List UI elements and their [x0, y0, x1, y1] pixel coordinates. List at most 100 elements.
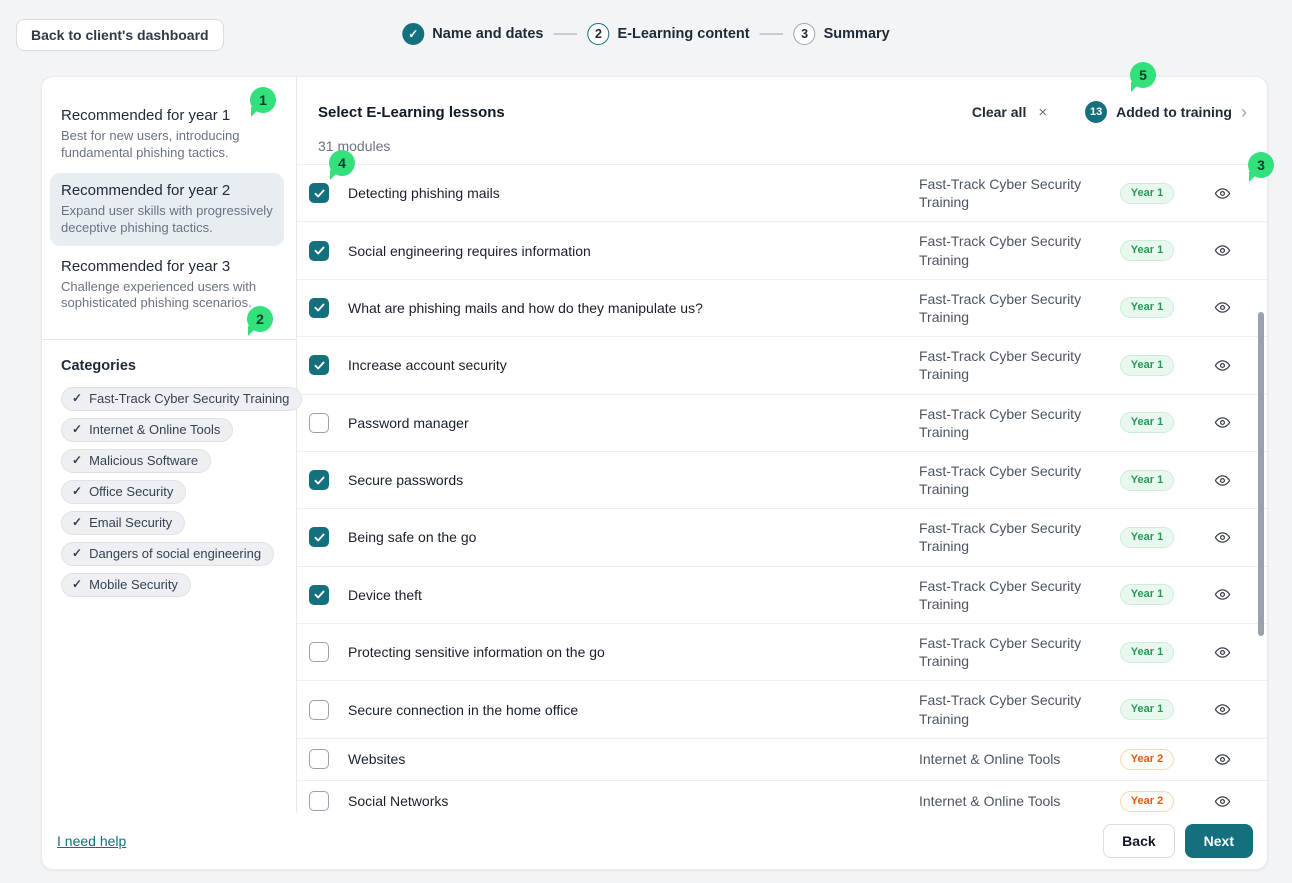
stepper-step-2[interactable]: 2 E-Learning content — [588, 23, 750, 45]
preview-lesson-button[interactable] — [1212, 470, 1233, 491]
check-icon: ✓ — [72, 422, 82, 436]
lesson-row: Detecting phishing mails Fast-Track Cybe… — [297, 165, 1267, 222]
eye-icon — [1214, 357, 1231, 374]
lesson-checkbox[interactable] — [309, 749, 329, 769]
lesson-row: Secure connection in the home office Fas… — [297, 681, 1267, 738]
check-icon — [313, 474, 326, 487]
check-icon: ✓ — [72, 391, 82, 405]
preview-lesson-button[interactable] — [1212, 699, 1233, 720]
recommendation-title: Recommended for year 2 — [61, 182, 273, 199]
step-state-icon: ✓ — [402, 23, 424, 45]
lesson-row: What are phishing mails and how do they … — [297, 280, 1267, 337]
eye-icon — [1214, 751, 1231, 768]
lesson-category: Fast-Track Cyber Security Training — [897, 347, 1107, 383]
preview-lesson-button[interactable] — [1212, 527, 1233, 548]
close-icon: × — [1038, 104, 1047, 121]
lesson-title: Detecting phishing mails — [348, 185, 897, 201]
preview-lesson-button[interactable] — [1212, 183, 1233, 204]
category-filter-chip[interactable]: ✓ Email Security — [61, 511, 185, 535]
eye-icon — [1214, 793, 1231, 810]
lesson-row: Websites Internet & Online Tools Year 2 — [297, 739, 1267, 781]
recommendation-item-year-2[interactable]: Recommended for year 2 Expand user skill… — [50, 173, 284, 245]
lesson-title: Secure connection in the home office — [348, 702, 897, 718]
recommendation-description: Best for new users, introducing fundamen… — [61, 128, 273, 161]
category-filter-chip[interactable]: ✓ Office Security — [61, 480, 186, 504]
clear-all-label: Clear all — [972, 104, 1026, 120]
preview-lesson-button[interactable] — [1212, 412, 1233, 433]
category-filter-chip[interactable]: ✓ Dangers of social engineering — [61, 542, 274, 566]
category-chip-label: Office Security — [89, 484, 173, 499]
lesson-checkbox[interactable] — [309, 413, 329, 433]
panel-title: Select E-Learning lessons — [318, 104, 505, 121]
clear-all-button[interactable]: Clear all × — [972, 104, 1047, 121]
next-button[interactable]: Next — [1185, 824, 1253, 858]
lesson-checkbox[interactable] — [309, 470, 329, 490]
year-badge: Year 2 — [1120, 791, 1174, 812]
lesson-category: Fast-Track Cyber Security Training — [897, 405, 1107, 441]
lesson-row: Social Networks Internet & Online Tools … — [297, 781, 1267, 813]
lesson-checkbox[interactable] — [309, 642, 329, 662]
annotation-marker-4: 4 — [329, 150, 355, 176]
stepper-step-3[interactable]: 3 Summary — [794, 23, 890, 45]
chevron-right-icon: › — [1241, 103, 1247, 121]
preview-lesson-button[interactable] — [1212, 355, 1233, 376]
lesson-checkbox[interactable] — [309, 241, 329, 261]
lesson-category: Internet & Online Tools — [897, 750, 1107, 768]
category-chip-label: Dangers of social engineering — [89, 546, 261, 561]
category-filter-chip[interactable]: ✓ Fast-Track Cyber Security Training — [61, 387, 302, 411]
check-icon: ✓ — [72, 577, 82, 591]
year-badge: Year 1 — [1120, 527, 1174, 548]
lesson-checkbox[interactable] — [309, 298, 329, 318]
check-icon: ✓ — [72, 546, 82, 560]
preview-lesson-button[interactable] — [1212, 749, 1233, 770]
preview-lesson-button[interactable] — [1212, 791, 1233, 812]
lesson-title: Social Networks — [348, 793, 897, 809]
annotation-number: 2 — [256, 311, 264, 327]
added-to-training-button[interactable]: 13 Added to training › — [1085, 101, 1247, 123]
need-help-link[interactable]: I need help — [57, 833, 126, 849]
annotation-marker-2: 2 — [247, 306, 273, 332]
training-setup-card: Recommended for year 1 Best for new user… — [41, 76, 1268, 870]
lesson-title: What are phishing mails and how do they … — [348, 300, 897, 316]
vertical-scrollbar-thumb[interactable] — [1258, 312, 1264, 636]
lesson-title: Device theft — [348, 587, 897, 603]
lesson-title: Social engineering requires information — [348, 243, 897, 259]
eye-icon — [1214, 472, 1231, 489]
category-filter-chip[interactable]: ✓ Mobile Security — [61, 573, 191, 597]
lesson-checkbox[interactable] — [309, 527, 329, 547]
year-badge: Year 1 — [1120, 470, 1174, 491]
lesson-row: Device theft Fast-Track Cyber Security T… — [297, 567, 1267, 624]
eye-icon — [1214, 185, 1231, 202]
preview-lesson-button[interactable] — [1212, 584, 1233, 605]
back-button[interactable]: Back — [1103, 824, 1174, 858]
eye-icon — [1214, 644, 1231, 661]
lesson-title: Increase account security — [348, 357, 897, 373]
category-filter-chip[interactable]: ✓ Internet & Online Tools — [61, 418, 233, 442]
stepper-step-1[interactable]: ✓ Name and dates — [402, 23, 543, 45]
eye-icon — [1214, 242, 1231, 259]
check-icon — [313, 187, 326, 200]
year-badge: Year 1 — [1120, 297, 1174, 318]
recommendation-item-year-1[interactable]: Recommended for year 1 Best for new user… — [50, 98, 284, 170]
lesson-checkbox[interactable] — [309, 585, 329, 605]
added-count-badge: 13 — [1085, 101, 1107, 123]
category-chip-label: Fast-Track Cyber Security Training — [89, 391, 289, 406]
annotation-marker-1: 1 — [250, 87, 276, 113]
check-icon: ✓ — [72, 515, 82, 529]
back-to-dashboard-button[interactable]: Back to client's dashboard — [16, 19, 224, 51]
check-icon — [313, 588, 326, 601]
lesson-checkbox[interactable] — [309, 791, 329, 811]
lesson-checkbox[interactable] — [309, 183, 329, 203]
category-filter-chip[interactable]: ✓ Malicious Software — [61, 449, 211, 473]
year-badge: Year 1 — [1120, 412, 1174, 433]
lesson-title: Password manager — [348, 415, 897, 431]
check-icon: ✓ — [72, 484, 82, 498]
preview-lesson-button[interactable] — [1212, 297, 1233, 318]
category-chip-label: Email Security — [89, 515, 172, 530]
lesson-checkbox[interactable] — [309, 700, 329, 720]
lesson-checkbox[interactable] — [309, 355, 329, 375]
preview-lesson-button[interactable] — [1212, 642, 1233, 663]
lesson-category: Fast-Track Cyber Security Training — [897, 519, 1107, 555]
step-state-icon: 2 — [588, 23, 610, 45]
preview-lesson-button[interactable] — [1212, 240, 1233, 261]
